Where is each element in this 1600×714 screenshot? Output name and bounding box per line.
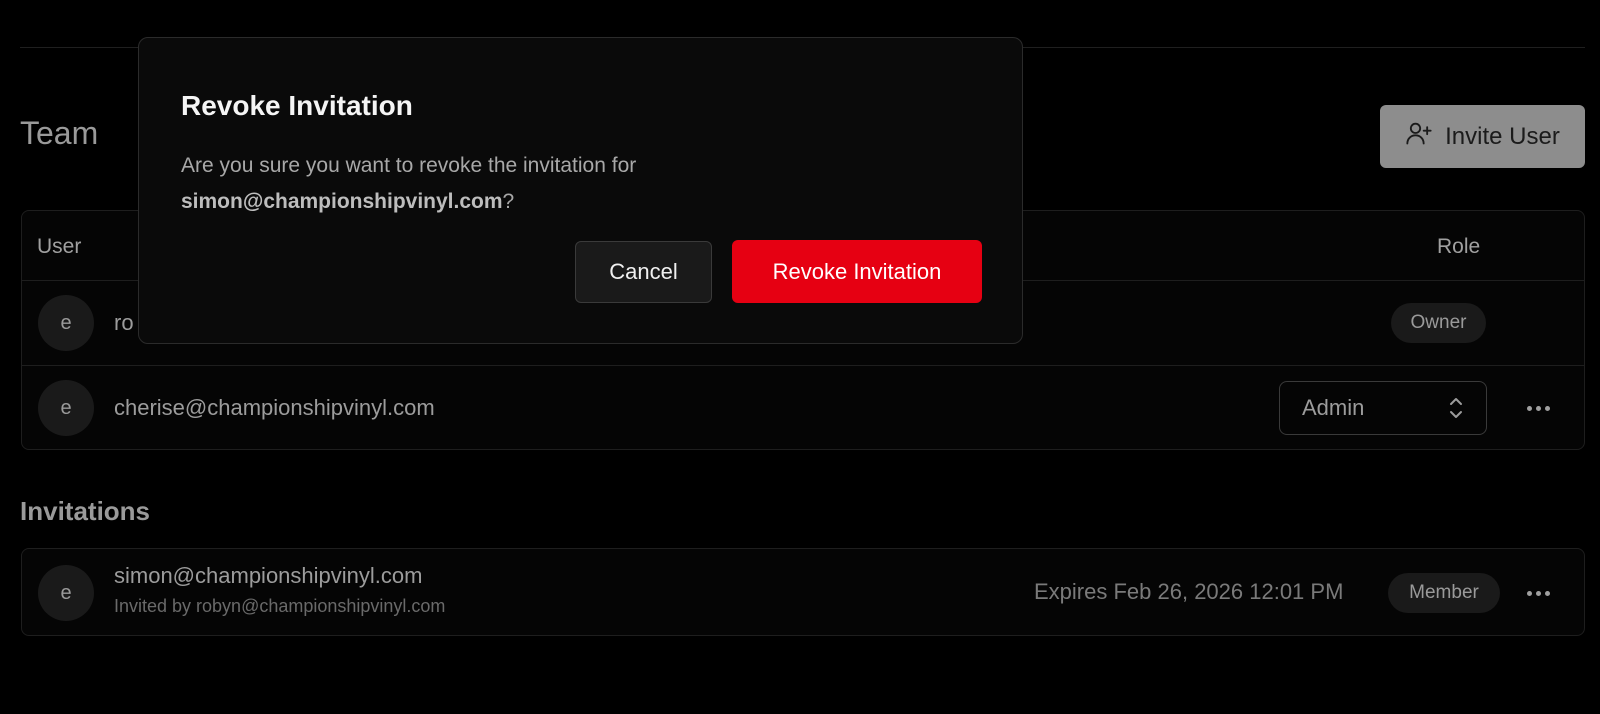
dialog-title: Revoke Invitation [181, 90, 413, 121]
invitation-email: simon@championshipvinyl.com [114, 563, 423, 588]
dialog-message-suffix: ? [502, 190, 515, 213]
member-email: cherise@championshipvinyl.com [114, 395, 435, 420]
more-options-button[interactable] [1518, 393, 1558, 423]
invite-user-button[interactable]: Invite User [1380, 105, 1585, 168]
invitations-title: Invitations [20, 496, 151, 526]
dialog-message-prefix: Are you sure you want to revoke the invi… [181, 154, 637, 177]
avatar: e [38, 295, 94, 351]
avatar: e [38, 565, 94, 621]
team-settings-page: Team Invite User User Role e ro Owner e … [0, 0, 1600, 714]
revoke-invitation-button[interactable]: Revoke Invitation [732, 240, 982, 303]
page-title: Team [20, 115, 99, 151]
dialog-message: Are you sure you want to revoke the invi… [181, 148, 881, 220]
chevron-up-down-icon [1450, 398, 1462, 418]
role-badge: Owner [1391, 303, 1486, 343]
dot [1544, 590, 1550, 596]
more-options-button[interactable] [1518, 578, 1558, 608]
table-row: e cherise@championshipvinyl.com Admin [22, 365, 1584, 449]
role-badge: Member [1388, 573, 1500, 613]
dot [1526, 590, 1532, 596]
invitation-row: e simon@championshipvinyl.com Invited by… [22, 549, 1584, 637]
user-plus-icon [1405, 119, 1433, 154]
dot [1544, 405, 1550, 411]
dot [1535, 405, 1541, 411]
revoke-invitation-dialog: Revoke Invitation Are you sure you want … [138, 37, 1023, 344]
invited-by-text: Invited by robyn@championshipvinyl.com [114, 596, 446, 616]
dialog-message-email: simon@championshipvinyl.com [181, 190, 503, 213]
invitations-table: e simon@championshipvinyl.com Invited by… [21, 548, 1585, 636]
invite-user-label: Invite User [1445, 122, 1560, 150]
cancel-button[interactable]: Cancel [575, 241, 712, 303]
column-role: Role [1437, 235, 1481, 258]
role-select-value: Admin [1302, 395, 1365, 420]
dot [1526, 405, 1532, 411]
avatar: e [38, 380, 94, 436]
column-user: User [37, 235, 82, 258]
dot [1535, 590, 1541, 596]
member-email: ro [114, 310, 134, 335]
role-select[interactable]: Admin [1279, 381, 1487, 435]
expires-text: Expires Feb 26, 2026 12:01 PM [1034, 579, 1344, 604]
